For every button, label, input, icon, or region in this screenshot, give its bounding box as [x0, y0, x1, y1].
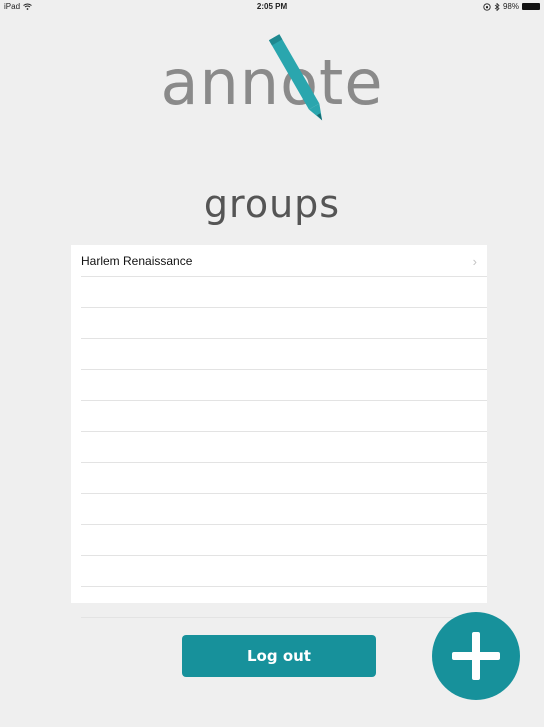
- battery-fill: [523, 4, 539, 9]
- bluetooth-icon: [494, 2, 500, 11]
- group-row-empty: [81, 494, 487, 525]
- group-row-empty: [81, 432, 487, 463]
- group-row-empty: [81, 277, 487, 308]
- group-row-empty: [81, 556, 487, 587]
- plus-icon-vertical: [472, 632, 480, 680]
- group-row-empty: [81, 308, 487, 339]
- logout-button[interactable]: Log out: [182, 635, 376, 677]
- status-right: 98%: [483, 2, 540, 11]
- group-row-empty: [81, 401, 487, 432]
- status-time: 2:05 PM: [256, 2, 288, 11]
- chevron-right-icon: ›: [472, 254, 477, 269]
- add-group-button[interactable]: [432, 612, 520, 700]
- group-row-empty: [81, 587, 487, 618]
- group-row-empty: [81, 339, 487, 370]
- battery-percent: 98%: [502, 2, 519, 11]
- group-label: Harlem Renaissance: [81, 254, 193, 268]
- group-row-empty: [81, 525, 487, 556]
- group-row-harlem-renaissance[interactable]: Harlem Renaissance ›: [81, 245, 487, 277]
- group-row-empty: [81, 463, 487, 494]
- group-row-empty: [81, 370, 487, 401]
- groups-list: Harlem Renaissance ›: [71, 245, 487, 618]
- orientation-lock-icon: [483, 2, 491, 11]
- app-logo: annote: [0, 30, 544, 130]
- battery-icon: [522, 3, 540, 10]
- status-bar: iPad 2:05 PM 98%: [0, 0, 544, 14]
- pencil-icon: [268, 34, 323, 121]
- page-title: groups: [203, 182, 341, 226]
